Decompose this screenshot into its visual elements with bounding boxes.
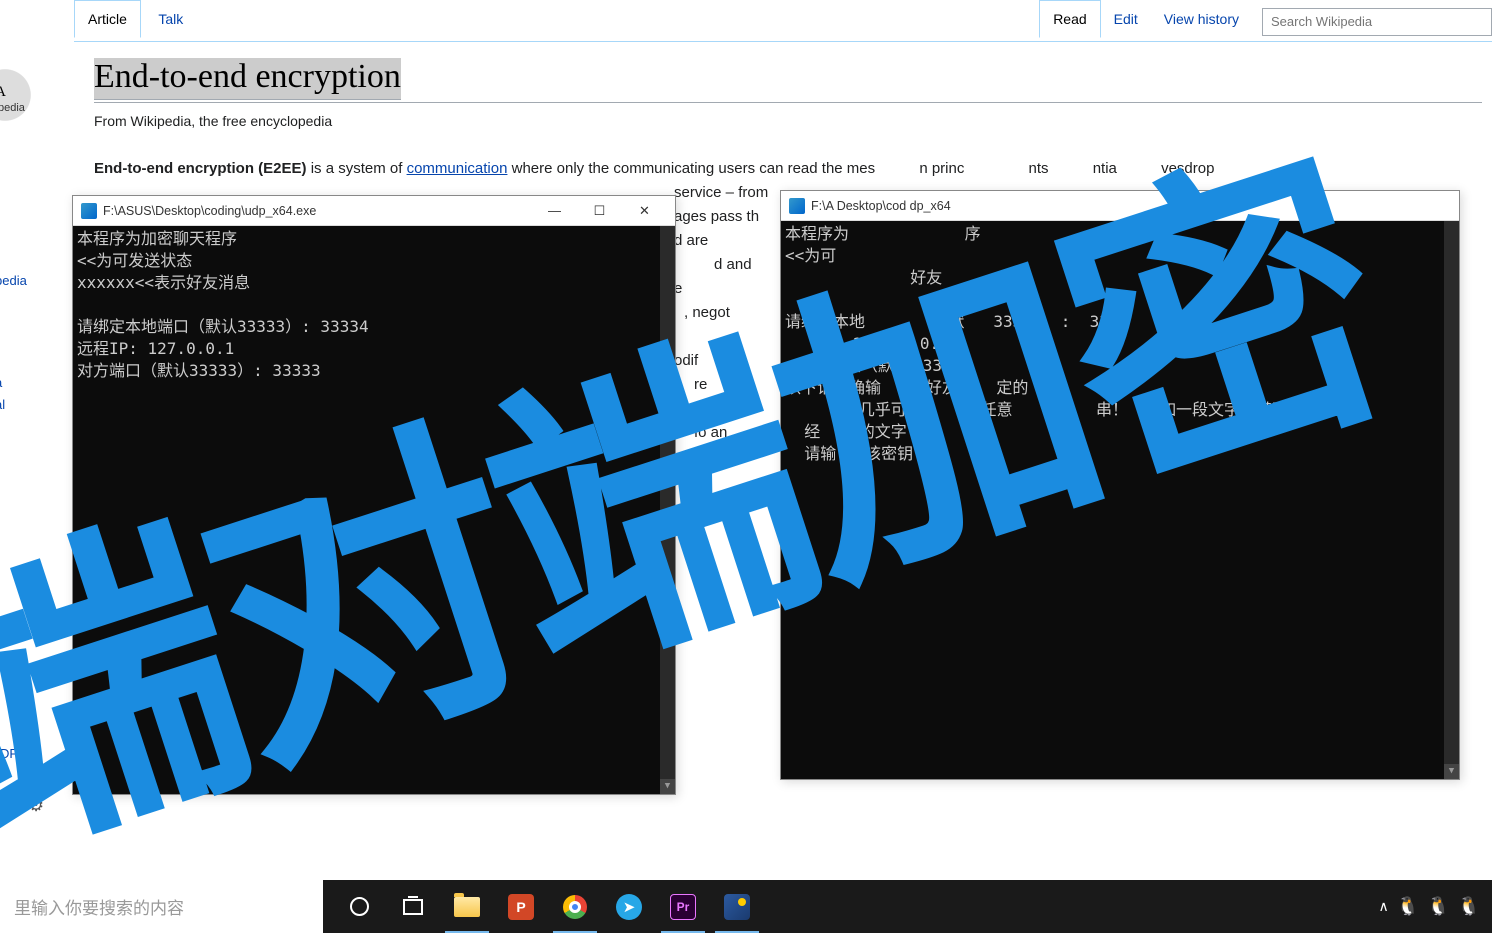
taskbar: 里输入你要搜索的内容 P ➤ Pr ∧ 🐧 🐧 🐧: [0, 880, 1492, 933]
terminal-output[interactable]: 本程序为加密聊天程序<<为可发送状态xxxxxx<<表示好友消息 请绑定本地端口…: [73, 226, 675, 794]
wiki-logo-text: ɪA: [0, 84, 7, 101]
wikipedia-logo[interactable]: [0, 50, 50, 140]
qq-icon[interactable]: 🐧: [1427, 896, 1449, 917]
pdf-link[interactable]: DF ɴ: [0, 745, 17, 781]
premiere-icon[interactable]: Pr: [657, 880, 709, 933]
chrome-icon[interactable]: [549, 880, 601, 933]
terminal-output[interactable]: 本程序为 序<<为可 好友 请绑定本地 （默 333 : 333 IP: 12 …: [781, 221, 1459, 779]
cortana-icon[interactable]: [333, 880, 385, 933]
search-input[interactable]: [1262, 8, 1492, 36]
wiki-sidebar: ɪA pedia pedia a al DF ɴ ⚙: [0, 0, 70, 880]
terminal-title: F:\A Desktop\cod dp_x64: [811, 199, 951, 213]
wiki-logo-subtitle: pedia: [0, 102, 25, 114]
scroll-down-icon[interactable]: ▼: [660, 779, 675, 794]
app-icon: [81, 203, 97, 219]
terminal-titlebar[interactable]: F:\A Desktop\cod dp_x64: [781, 191, 1459, 221]
app-icon: [789, 198, 805, 214]
minimize-button[interactable]: ―: [532, 197, 577, 225]
sidebar-link[interactable]: pedia: [0, 270, 27, 292]
sidebar-links: pedia a al: [0, 270, 27, 416]
tray-icon[interactable]: ∧: [1378, 898, 1388, 915]
explorer-icon[interactable]: [441, 880, 493, 933]
qq-icon[interactable]: 🐧: [1458, 896, 1480, 917]
link-communication[interactable]: communication: [407, 160, 508, 177]
powerpoint-icon[interactable]: P: [495, 880, 547, 933]
tab-history[interactable]: View history: [1151, 1, 1252, 37]
terminal-window-1[interactable]: F:\ASUS\Desktop\coding\udp_x64.exe ― ☐ ✕…: [72, 195, 676, 795]
tab-article[interactable]: Article: [74, 0, 141, 38]
close-button[interactable]: ✕: [622, 197, 667, 225]
sidebar-link[interactable]: a: [0, 372, 27, 394]
terminal-titlebar[interactable]: F:\ASUS\Desktop\coding\udp_x64.exe ― ☐ ✕: [73, 196, 675, 226]
taskview-icon[interactable]: [387, 880, 439, 933]
taskbar-search[interactable]: 里输入你要搜索的内容: [0, 880, 323, 933]
terminal-title: F:\ASUS\Desktop\coding\udp_x64.exe: [103, 204, 316, 218]
bold-term: End-to-end encryption: [94, 160, 254, 177]
maximize-button[interactable]: ☐: [577, 197, 622, 225]
wiki-tabs: Article Talk Read Edit View history: [74, 0, 1492, 42]
scrollbar[interactable]: ▼: [660, 226, 675, 794]
scroll-down-icon[interactable]: ▼: [1444, 764, 1459, 779]
tab-talk[interactable]: Talk: [145, 1, 196, 37]
taskbar-apps: P ➤ Pr: [323, 880, 763, 933]
page-subtitle: From Wikipedia, the free encyclopedia: [94, 113, 1482, 129]
sidebar-link[interactable]: al: [0, 394, 27, 416]
telegram-icon[interactable]: ➤: [603, 880, 655, 933]
gear-icon[interactable]: ⚙: [28, 795, 44, 816]
page-title: End-to-end encryption: [94, 58, 401, 100]
abbrev: (E2EE): [258, 160, 306, 177]
taskbar-tray: ∧ 🐧 🐧 🐧: [1378, 896, 1492, 917]
qq-icon[interactable]: 🐧: [1397, 896, 1419, 917]
tab-read[interactable]: Read: [1039, 0, 1100, 38]
tab-edit[interactable]: Edit: [1101, 1, 1151, 37]
custom-app-icon[interactable]: [711, 880, 763, 933]
scrollbar[interactable]: ▼: [1444, 221, 1459, 779]
terminal-window-2[interactable]: F:\A Desktop\cod dp_x64 本程序为 序<<为可 好友 请绑…: [780, 190, 1460, 780]
